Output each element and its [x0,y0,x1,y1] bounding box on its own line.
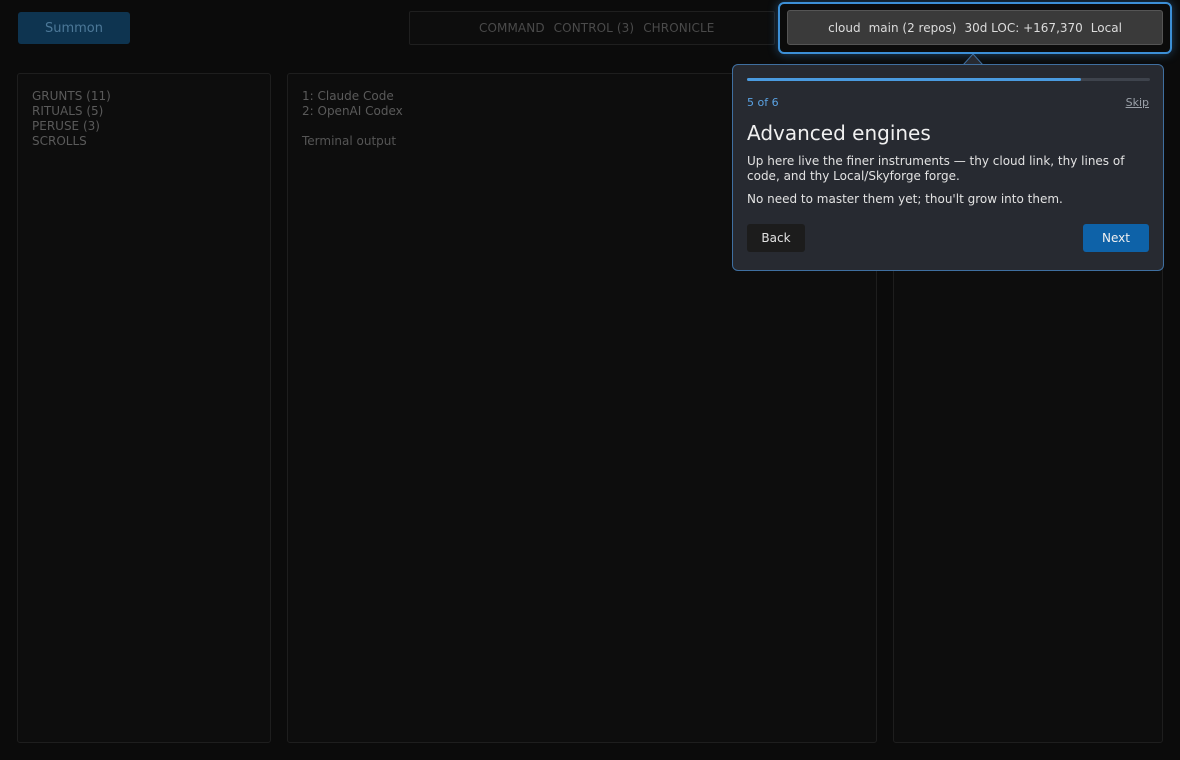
tour-body-note: No need to master them yet; thou'lt grow… [747,192,1063,206]
tour-popover: 5 of 6 Skip Advanced engines Up here liv… [732,64,1164,271]
tour-body: Up here live the finer instruments — thy… [747,154,1125,183]
tab-control[interactable]: CONTROL (3) [554,21,635,35]
sidebar-panel: GRUNTS (11) RITUALS (5) PERUSE (3) SCROL… [17,73,271,743]
tour-step-counter: 5 of 6 [747,96,779,109]
skip-link[interactable]: Skip [1126,96,1149,109]
sidebar-item-grunts[interactable]: GRUNTS (11) [32,89,256,104]
tour-progress-fill [747,78,1082,81]
tour-title: Advanced engines [747,121,931,145]
sidebar-item-rituals[interactable]: RITUALS (5) [32,104,256,119]
tab-command[interactable]: COMMAND [479,21,545,35]
cloud-status[interactable]: cloud [828,21,861,35]
next-button[interactable]: Next [1083,224,1149,252]
tab-chronicle[interactable]: CHRONICLE [643,21,714,35]
back-button[interactable]: Back [747,224,805,252]
loc-status[interactable]: 30d LOC: +167,370 [964,21,1082,35]
branch-status[interactable]: main (2 repos) [869,21,957,35]
status-bar: cloud main (2 repos) 30d LOC: +167,370 L… [787,10,1163,45]
sidebar-item-scrolls[interactable]: SCROLLS [32,134,256,149]
sidebar-item-peruse[interactable]: PERUSE (3) [32,119,256,134]
summon-button[interactable]: Summon [18,12,130,44]
top-tabs: COMMAND CONTROL (3) CHRONICLE [409,11,775,45]
tour-progress-bar [747,78,1150,81]
mode-status[interactable]: Local [1091,21,1122,35]
